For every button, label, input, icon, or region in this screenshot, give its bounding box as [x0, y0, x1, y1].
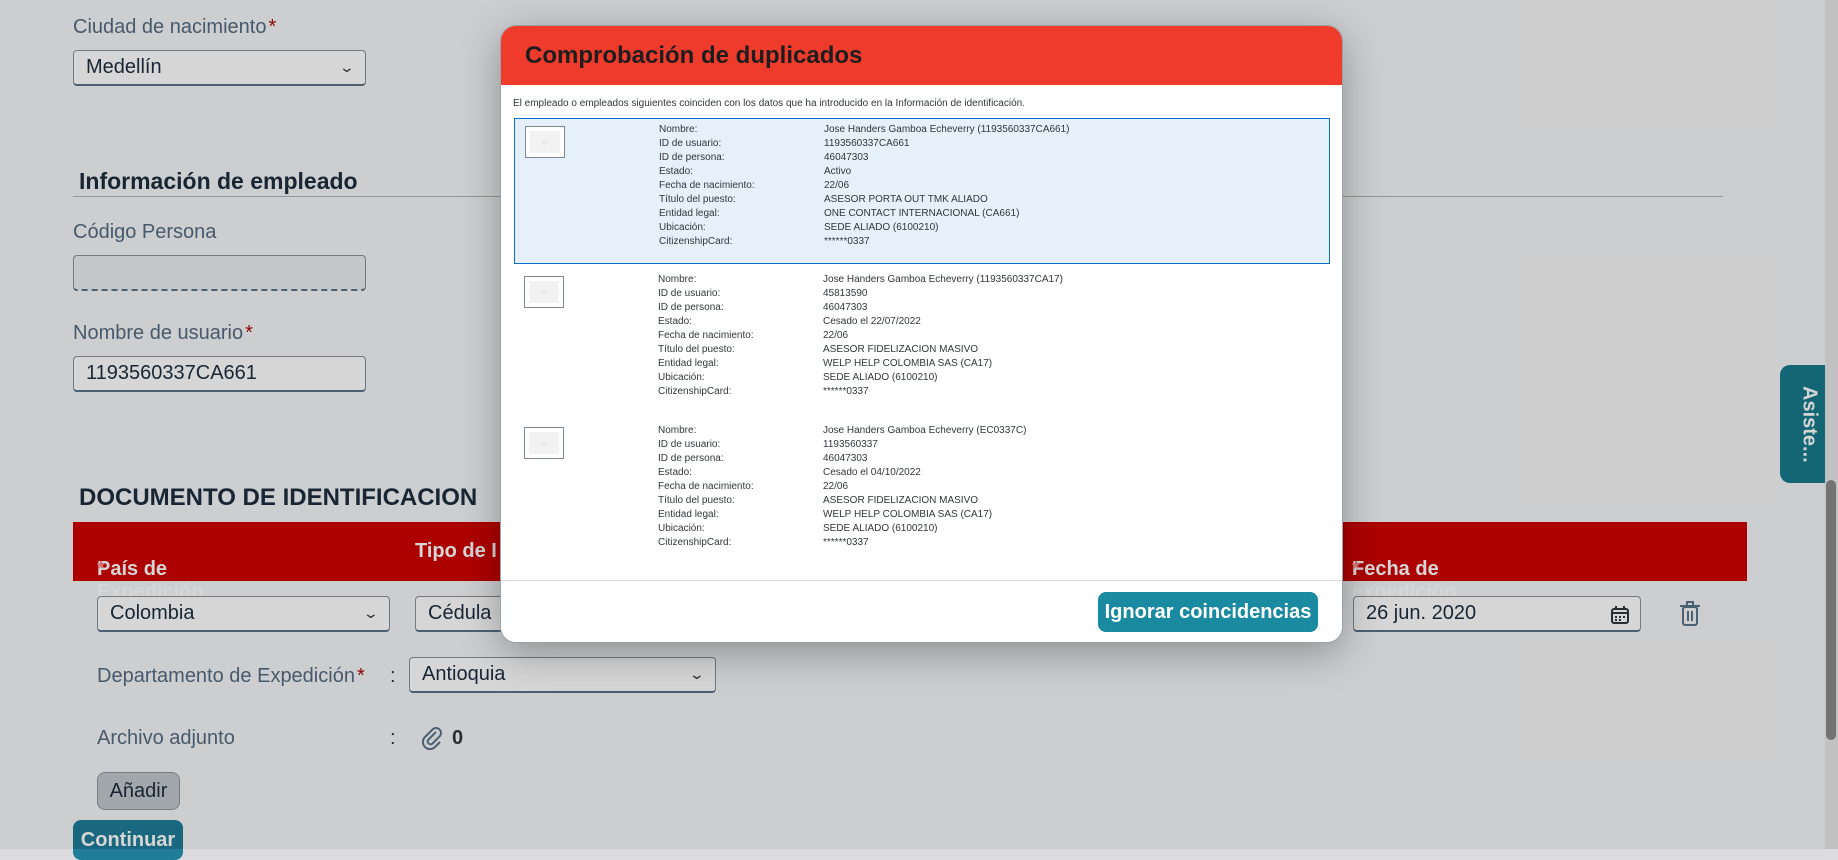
match-field-label: Estado:	[658, 467, 692, 478]
match-field-value: Jose Handers Gamboa Echeverry (EC0337C)	[823, 425, 1027, 436]
match-field-value: ******0337	[824, 236, 870, 247]
match-field-value: ASESOR FIDELIZACION MASIVO	[823, 495, 979, 506]
ignore-matches-button[interactable]: Ignorar coincidencias	[1098, 592, 1318, 632]
match-field-label: CitizenshipCard:	[658, 386, 732, 397]
match-field-value: ******0337	[823, 537, 869, 548]
match-field-value: Activo	[824, 166, 852, 177]
match-field-label: ID de persona:	[658, 453, 724, 464]
match-field-value: ONE CONTACT INTERNACIONAL (CA661)	[824, 208, 1020, 219]
match-field-value: SEDE ALIADO (6100210)	[823, 523, 938, 534]
match-field-label: ID de persona:	[658, 302, 724, 313]
duplicate-check-dialog: Comprobación de duplicados El empleado o…	[500, 25, 1343, 643]
employee-photo-icon: ○	[524, 276, 564, 308]
photo-placeholder-icon: ○	[529, 432, 559, 454]
match-field-value: Cesado el 04/10/2022	[823, 467, 921, 478]
match-field-value: 46047303	[823, 302, 868, 313]
employee-photo-icon: ○	[524, 427, 564, 459]
match-item[interactable]: ○ Nombre: Jose Handers Gamboa Echeverry (E…	[514, 420, 1330, 566]
match-item[interactable]: ○ Nombre: Jose Handers Gamboa Echeverry (1…	[514, 269, 1330, 415]
match-field-label: Título del puesto:	[659, 194, 736, 205]
match-field-value: SEDE ALIADO (6100210)	[823, 372, 938, 383]
match-field-label: CitizenshipCard:	[659, 236, 733, 247]
match-field-value: Cesado el 22/07/2022	[823, 316, 921, 327]
match-field-label: Entidad legal:	[659, 208, 720, 219]
match-field-label: Nombre:	[659, 124, 698, 135]
match-field-label: ID de usuario:	[659, 138, 722, 149]
match-field-label: Nombre:	[658, 274, 697, 285]
dialog-footer-divider	[501, 580, 1342, 581]
match-field-value: WELP HELP COLOMBIA SAS (CA17)	[823, 358, 993, 369]
match-field-value: 22/06	[823, 330, 849, 341]
match-field-label: ID de usuario:	[658, 439, 721, 450]
match-field-label: Título del puesto:	[658, 495, 735, 506]
match-field-value: 22/06	[824, 180, 850, 191]
match-item[interactable]: ○ Nombre: Jose Handers Gamboa Echeverry (1…	[514, 118, 1330, 264]
match-field-label: Ubicación:	[659, 222, 706, 233]
match-field-label: Título del puesto:	[658, 344, 735, 355]
match-field-label: Ubicación:	[658, 523, 705, 534]
match-field-label: Fecha de nacimiento:	[659, 180, 755, 191]
employee-photo-icon: ○	[525, 126, 565, 158]
match-field-label: Estado:	[659, 166, 693, 177]
match-field-value: ASESOR PORTA OUT TMK ALIADO	[824, 194, 988, 205]
match-field-value: Jose Handers Gamboa Echeverry (119356033…	[823, 274, 1063, 285]
match-field-value: SEDE ALIADO (6100210)	[824, 222, 939, 233]
match-field-label: CitizenshipCard:	[658, 537, 732, 548]
match-field-label: Fecha de nacimiento:	[658, 330, 754, 341]
match-field-value: ASESOR FIDELIZACION MASIVO	[823, 344, 979, 355]
match-field-label: Entidad legal:	[658, 509, 719, 520]
match-field-value: Jose Handers Gamboa Echeverry (119356033…	[824, 124, 1070, 135]
match-field-value: ******0337	[823, 386, 869, 397]
match-field-label: ID de usuario:	[658, 288, 721, 299]
match-field-label: Entidad legal:	[658, 358, 719, 369]
match-field-label: Estado:	[658, 316, 692, 327]
match-field-label: ID de persona:	[659, 152, 725, 163]
match-field-label: Nombre:	[658, 425, 697, 436]
photo-placeholder-icon: ○	[529, 281, 559, 303]
match-field-label: Fecha de nacimiento:	[658, 481, 754, 492]
match-field-value: 46047303	[824, 152, 869, 163]
match-field-value: WELP HELP COLOMBIA SAS (CA17)	[823, 509, 993, 520]
match-field-value: 1193560337	[823, 439, 878, 450]
photo-placeholder-icon: ○	[530, 131, 560, 153]
dialog-title: Comprobación de duplicados	[525, 42, 863, 69]
dialog-intro: El empleado o empleados siguientes coinc…	[513, 98, 1025, 109]
match-field-value: 1193560337CA661	[824, 138, 910, 149]
match-field-value: 46047303	[823, 453, 868, 464]
match-field-value: 22/06	[823, 481, 849, 492]
match-field-value: 45813590	[823, 288, 868, 299]
match-field-label: Ubicación:	[658, 372, 705, 383]
dialog-header: Comprobación de duplicados	[501, 26, 1342, 85]
